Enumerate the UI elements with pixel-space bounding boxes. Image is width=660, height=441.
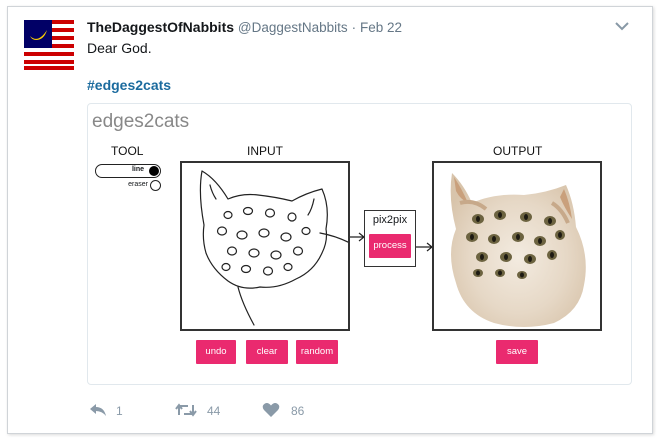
radio-selected-icon — [149, 166, 159, 176]
save-button[interactable]: save — [496, 340, 538, 364]
generated-cat-image — [434, 163, 600, 329]
tweet-date[interactable]: Feb 22 — [360, 20, 402, 35]
retweet-count: 44 — [207, 404, 221, 418]
process-button[interactable]: process — [369, 234, 411, 258]
media-card[interactable]: edges2cats TOOL INPUT OUTPUT line eraser — [87, 103, 632, 385]
clear-button[interactable]: clear — [246, 340, 288, 364]
tool-eraser-option[interactable]: eraser — [118, 180, 162, 192]
user-handle[interactable]: @DaggestNabbits — [238, 20, 348, 35]
input-label: INPUT — [247, 144, 283, 158]
separator-dot: · — [351, 20, 357, 35]
reply-count: 1 — [116, 404, 123, 418]
avatar[interactable] — [24, 20, 74, 70]
tweet: TheDaggestOfNabbits @DaggestNabbits · Fe… — [7, 6, 653, 434]
retweet-icon — [175, 403, 197, 417]
model-label: pix2pix — [372, 214, 408, 226]
tool-line-label: line — [131, 166, 144, 173]
radio-unselected-icon — [150, 180, 161, 191]
tool-eraser-label: eraser — [128, 181, 148, 188]
chevron-down-icon[interactable] — [614, 19, 630, 31]
heart-icon — [262, 403, 280, 417]
pix2pix-box: pix2pix process — [364, 210, 416, 267]
tool-label: TOOL — [111, 144, 144, 158]
flag-with-banana-icon — [24, 20, 74, 70]
hashtag-link[interactable]: #edges2cats — [87, 77, 171, 93]
display-name[interactable]: TheDaggestOfNabbits — [87, 19, 234, 35]
cat-sketch-drawing — [199, 170, 361, 326]
reply-icon — [90, 404, 106, 416]
input-canvas[interactable] — [180, 161, 361, 331]
tweet-header: TheDaggestOfNabbits @DaggestNabbits · Fe… — [87, 19, 402, 35]
like-count: 86 — [291, 404, 305, 418]
tool-line-option[interactable]: line — [95, 164, 161, 178]
undo-button[interactable]: undo — [196, 340, 236, 364]
random-button[interactable]: random — [296, 340, 338, 364]
card-title: edges2cats — [92, 111, 190, 132]
output-image — [432, 161, 602, 331]
output-label: OUTPUT — [493, 144, 543, 158]
tweet-text: Dear God. — [87, 40, 152, 56]
